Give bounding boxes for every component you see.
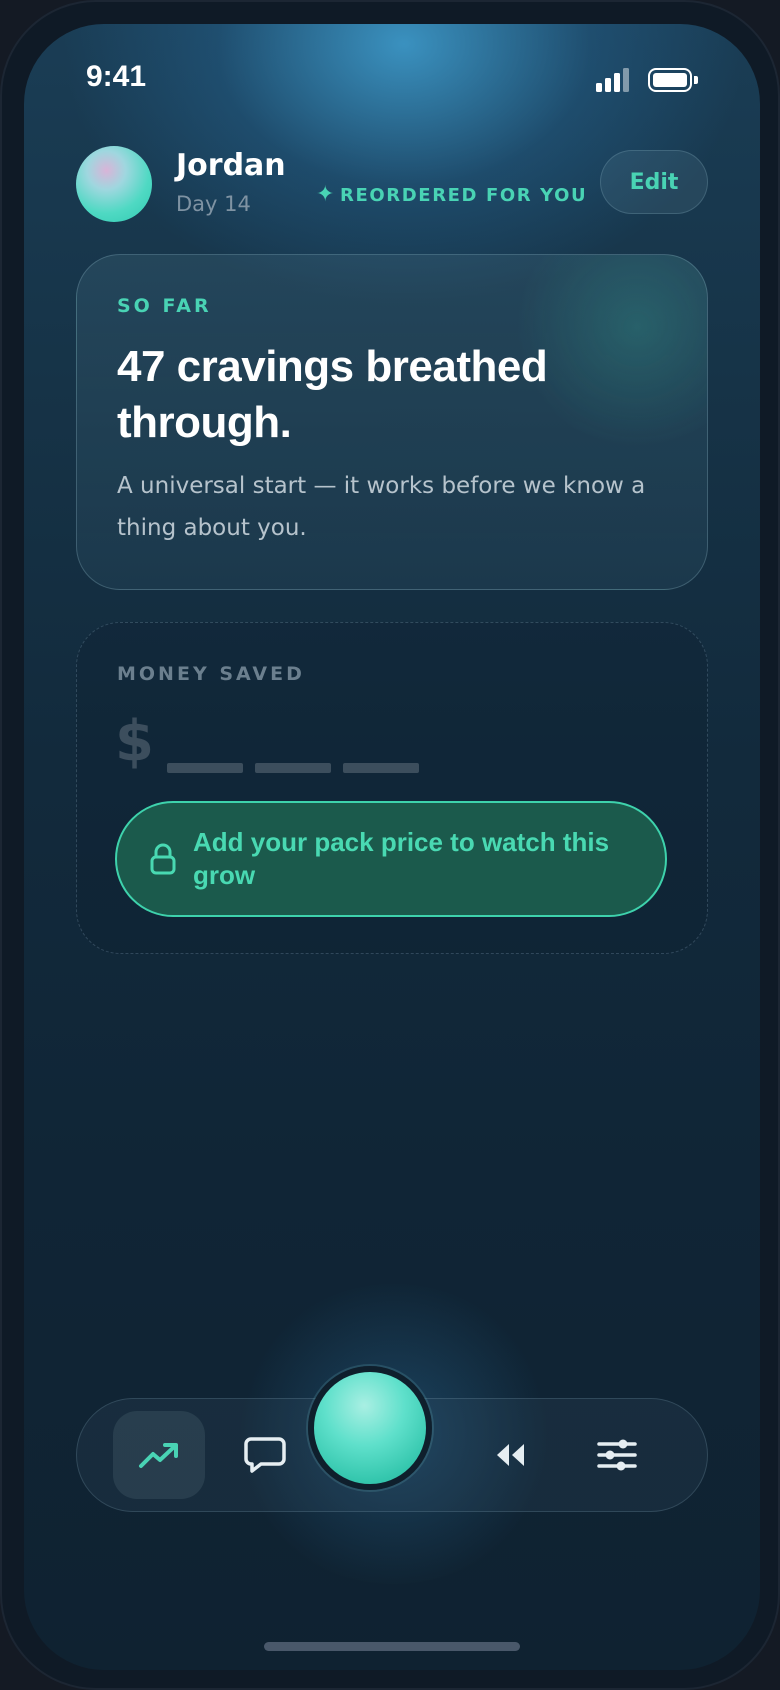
phone-frame: 9:41 Jordan Day 14 ✦ REORDERED FOR YOU Ed… (0, 0, 780, 1690)
user-name: Jordan (176, 148, 286, 183)
sliders-icon (597, 1439, 637, 1471)
placeholder-dash (255, 763, 331, 773)
currency-symbol: $ (115, 709, 154, 774)
signal-bars-icon (596, 68, 632, 92)
money-saved-card: MONEY SAVED $ Add your pack price to wat… (76, 622, 708, 954)
add-pack-price-button[interactable]: Add your pack price to watch this grow (115, 801, 667, 917)
breathe-orb-button[interactable] (308, 1366, 432, 1490)
nav-progress-tab[interactable] (113, 1411, 205, 1499)
day-counter: Day 14 (176, 192, 251, 216)
rewind-icon (497, 1444, 524, 1466)
nav-settings-tab[interactable] (577, 1411, 657, 1499)
status-time: 9:41 (86, 60, 147, 93)
so-far-eyebrow: SO FAR (117, 295, 212, 317)
so-far-card: SO FAR 47 cravings breathed through. A u… (76, 254, 708, 590)
avatar[interactable] (76, 146, 152, 222)
edit-button[interactable]: Edit (600, 150, 708, 214)
reordered-badge: ✦ REORDERED FOR YOU (316, 182, 587, 207)
placeholder-dash (167, 763, 243, 773)
nav-rewind-tab[interactable] (473, 1411, 549, 1499)
home-indicator (264, 1642, 520, 1651)
battery-tip (694, 76, 698, 84)
trend-up-icon (139, 1443, 178, 1468)
sparkle-icon: ✦ (316, 182, 337, 207)
lock-icon (150, 843, 176, 875)
battery-icon (648, 68, 692, 92)
nav-chat-tab[interactable] (227, 1411, 303, 1499)
add-pack-price-label: Add your pack price to watch this grow (193, 827, 610, 890)
so-far-description: A universal start — it works before we k… (117, 473, 646, 541)
app-screen: 9:41 Jordan Day 14 ✦ REORDERED FOR YOU Ed… (24, 24, 760, 1670)
money-saved-eyebrow: MONEY SAVED (117, 663, 305, 685)
cravings-headline: 47 cravings breathed through. (117, 342, 548, 447)
reordered-badge-label: REORDERED FOR YOU (340, 185, 588, 206)
placeholder-dash (343, 763, 419, 773)
chat-bubble-icon (244, 1437, 286, 1473)
